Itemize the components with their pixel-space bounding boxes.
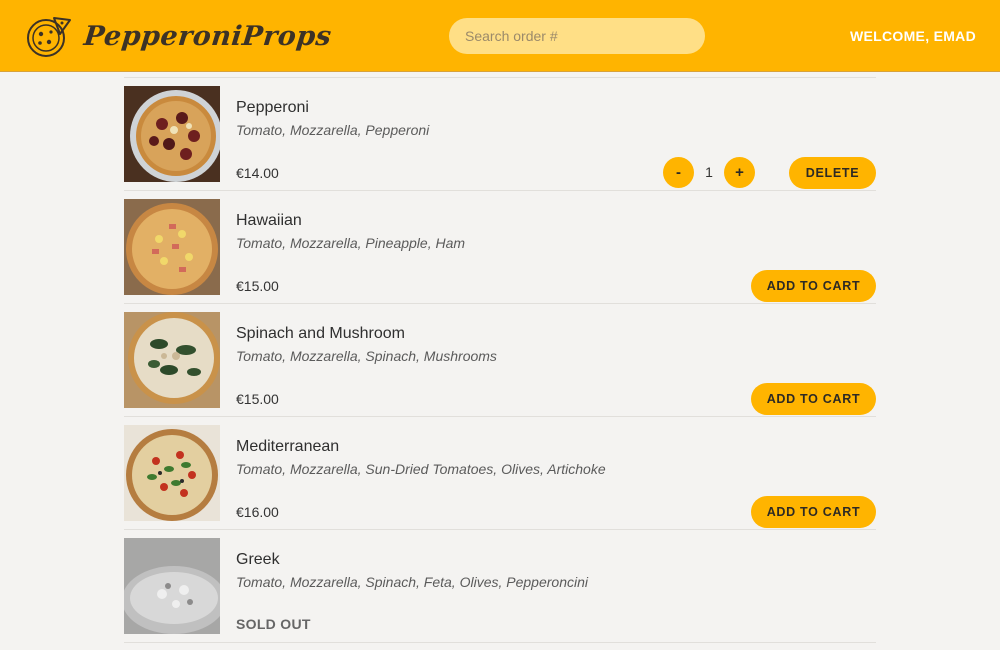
add-to-cart-button[interactable]: ADD TO CART (751, 496, 876, 528)
add-to-cart-button[interactable]: ADD TO CART (751, 383, 876, 415)
brand-logo[interactable]: PepperoniProps (24, 14, 334, 58)
item-name: Spinach and Mushroom (236, 325, 405, 342)
pizza-image (124, 86, 220, 182)
item-ingredients: Tomato, Mozzarella, Pineapple, Ham (236, 235, 466, 251)
item-ingredients: Tomato, Mozzarella, Pepperoni (236, 122, 430, 138)
item-price: €16.00 (236, 504, 279, 520)
item-name: Greek (236, 551, 280, 568)
search-order-input[interactable] (449, 18, 705, 54)
menu-item-spinach-and-mushroom: Spinach and Mushroom Tomato, Mozzarella,… (124, 304, 876, 417)
item-price: €14.00 (236, 165, 279, 181)
welcome-user: WELCOME, EMAD (849, 28, 976, 44)
brand-name: PepperoniProps (82, 20, 334, 52)
pizza-image (124, 312, 220, 408)
delete-button[interactable]: DELETE (789, 157, 876, 189)
item-name: Pepperoni (236, 99, 309, 116)
add-to-cart-button[interactable]: ADD TO CART (751, 270, 876, 302)
item-ingredients: Tomato, Mozzarella, Spinach, Feta, Olive… (236, 574, 588, 590)
item-name: Hawaiian (236, 212, 302, 229)
item-ingredients: Tomato, Mozzarella, Sun-Dried Tomatoes, … (236, 461, 606, 477)
pizza-image (124, 199, 220, 295)
menu-item-mediterranean: Mediterranean Tomato, Mozzarella, Sun-Dr… (124, 417, 876, 530)
menu-item-pepperoni: Pepperoni Tomato, Mozzarella, Pepperoni … (124, 78, 876, 191)
menu-item-greek: Greek Tomato, Mozzarella, Spinach, Feta,… (124, 530, 876, 643)
sold-out-label: SOLD OUT (236, 616, 311, 632)
item-price: €15.00 (236, 391, 279, 407)
item-price: €15.00 (236, 278, 279, 294)
menu-list: Pepperoni Tomato, Mozzarella, Pepperoni … (124, 72, 876, 643)
item-ingredients: Tomato, Mozzarella, Spinach, Mushrooms (236, 348, 497, 364)
quantity-value: 1 (705, 164, 713, 180)
item-name: Mediterranean (236, 438, 340, 455)
pizza-icon (27, 17, 71, 57)
pizza-image (124, 538, 220, 634)
pizza-image (124, 425, 220, 521)
decrease-quantity-button[interactable]: - (663, 157, 694, 188)
menu-item-hawaiian: Hawaiian Tomato, Mozzarella, Pineapple, … (124, 191, 876, 304)
increase-quantity-button[interactable]: + (724, 157, 755, 188)
top-bar: PepperoniProps WELCOME, EMAD (0, 0, 1000, 72)
